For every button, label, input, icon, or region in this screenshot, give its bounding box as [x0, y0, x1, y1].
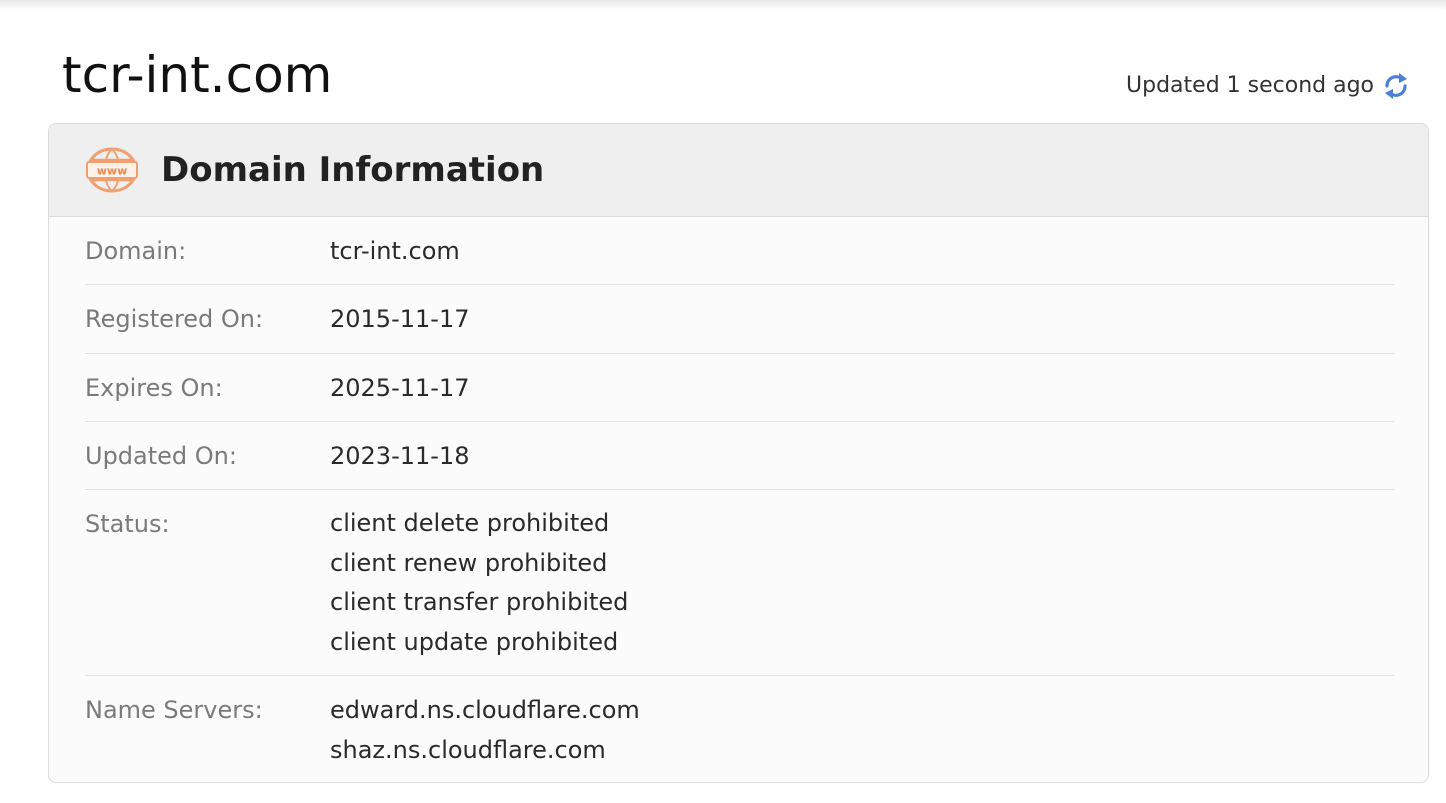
status-value: client delete prohibited: [330, 509, 610, 537]
row-updated-on: Updated On: 2023-11-18: [85, 422, 1394, 490]
row-label: Updated On:: [85, 442, 237, 470]
updated-text: Updated 1 second ago: [1126, 73, 1374, 98]
page-title: tcr-int.com: [62, 46, 333, 104]
www-globe-icon: www: [85, 146, 139, 194]
row-label: Status:: [85, 510, 170, 538]
row-label: Registered On:: [85, 305, 264, 333]
row-registered-on: Registered On: 2015-11-17: [85, 285, 1394, 354]
row-expires-on: Expires On: 2025-11-17: [85, 354, 1394, 422]
row-value: 2025-11-17: [330, 374, 470, 402]
row-name-servers: Name Servers: edward.ns.cloudflare.com s…: [85, 676, 1394, 770]
row-label: Expires On:: [85, 374, 223, 402]
row-label: Name Servers:: [85, 696, 263, 724]
domain-information-card: www Domain Information Domain: tcr-int.c…: [48, 123, 1429, 783]
card-header: www Domain Information: [49, 124, 1428, 217]
row-label: Domain:: [85, 237, 187, 265]
card-title: Domain Information: [161, 150, 545, 190]
name-server: edward.ns.cloudflare.com: [330, 696, 640, 724]
info-rows: Domain: tcr-int.com Registered On: 2015-…: [85, 217, 1394, 770]
row-domain: Domain: tcr-int.com: [85, 217, 1394, 285]
status-value: client transfer prohibited: [330, 588, 629, 616]
row-value: tcr-int.com: [330, 237, 460, 265]
name-server-values: edward.ns.cloudflare.com shaz.ns.cloudfl…: [330, 694, 640, 770]
svg-text:www: www: [97, 165, 128, 178]
row-status: Status: client delete prohibited client …: [85, 490, 1394, 676]
row-value: 2015-11-17: [330, 305, 470, 333]
status-values: client delete prohibited client renew pr…: [330, 508, 628, 675]
refresh-icon[interactable]: [1382, 70, 1410, 102]
status-value: client update prohibited: [330, 627, 619, 656]
name-server: shaz.ns.cloudflare.com: [330, 736, 606, 764]
top-bar-shadow: [0, 0, 1446, 10]
row-value: 2023-11-18: [330, 442, 470, 470]
last-updated: Updated 1 second ago: [1126, 70, 1410, 102]
status-value: client renew prohibited: [330, 548, 608, 577]
